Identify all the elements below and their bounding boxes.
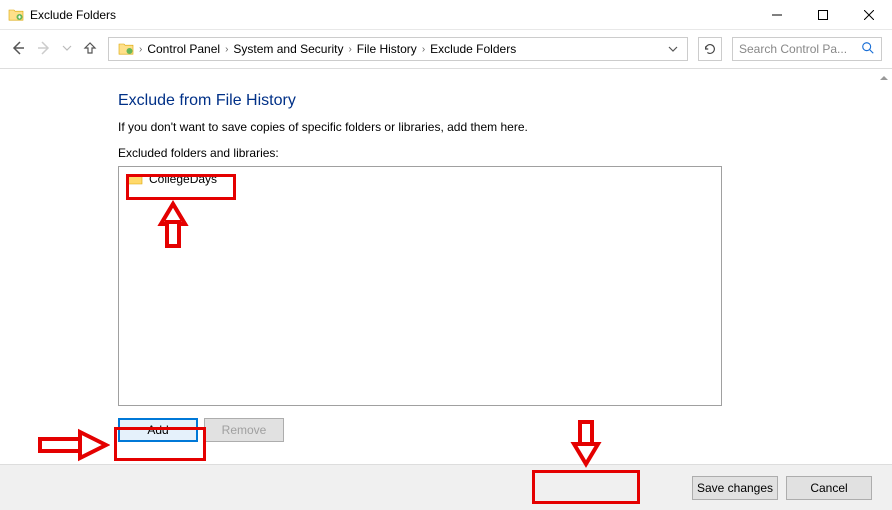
button-label: Remove [222,423,267,437]
breadcrumb-label: System and Security [233,42,343,56]
list-buttons: Add Remove [118,418,864,442]
button-label: Add [147,423,168,437]
navigation-bar: › Control Panel › System and Security › … [0,30,892,68]
excluded-listbox[interactable]: CollegeDays [118,166,722,406]
list-label: Excluded folders and libraries: [118,146,864,160]
up-button[interactable] [82,40,98,59]
list-item-label: CollegeDays [149,172,217,186]
window-buttons [754,0,892,30]
minimize-button[interactable] [754,0,800,30]
button-label: Cancel [810,481,847,495]
breadcrumb-label: Exclude Folders [430,42,516,56]
nav-arrows [10,40,98,59]
breadcrumb-label: Control Panel [147,42,220,56]
search-icon[interactable] [861,41,875,58]
page-heading: Exclude from File History [118,92,864,110]
address-dropdown-button[interactable] [663,44,683,54]
remove-button[interactable]: Remove [204,418,284,442]
forward-button[interactable] [36,40,52,59]
search-input[interactable] [739,42,849,56]
breadcrumb-exclude-folders[interactable]: Exclude Folders [425,38,521,60]
folder-icon [127,171,143,187]
list-item[interactable]: CollegeDays [119,167,721,191]
title-bar: Exclude Folders [0,0,892,30]
address-bar[interactable]: › Control Panel › System and Security › … [108,37,688,61]
breadcrumb-control-panel[interactable]: Control Panel [142,38,225,60]
refresh-button[interactable] [698,37,722,61]
window-icon [8,7,24,23]
breadcrumb-system-security[interactable]: System and Security [228,38,348,60]
breadcrumb-file-history[interactable]: File History [352,38,422,60]
window-title: Exclude Folders [30,8,116,22]
maximize-button[interactable] [800,0,846,30]
save-changes-button[interactable]: Save changes [692,476,778,500]
content-area: Exclude from File History If you don't w… [0,70,892,464]
search-box[interactable] [732,37,882,61]
button-label: Save changes [697,481,773,495]
breadcrumb-label: File History [357,42,417,56]
address-root-icon[interactable] [113,38,139,60]
recent-locations-dropdown[interactable] [62,42,72,56]
add-button[interactable]: Add [118,418,198,442]
close-button[interactable] [846,0,892,30]
page-description: If you don't want to save copies of spec… [118,120,864,134]
dialog-footer: Save changes Cancel [0,464,892,510]
back-button[interactable] [10,40,26,59]
cancel-button[interactable]: Cancel [786,476,872,500]
divider [0,68,892,69]
